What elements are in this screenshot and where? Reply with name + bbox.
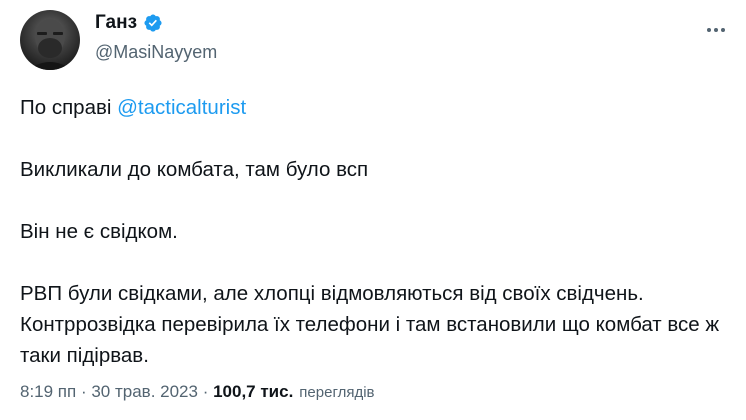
tweet-line-1: По справі @tacticalturist bbox=[20, 92, 246, 123]
avatar[interactable] bbox=[20, 10, 80, 70]
author-handle[interactable]: @MasiNayyem bbox=[95, 42, 217, 63]
views-count: 100,7 тис. bbox=[213, 382, 294, 401]
views-label: переглядів bbox=[299, 384, 375, 401]
meta-separator: · bbox=[197, 382, 214, 401]
tweet-line-4: РВП були свідками, але хлопці відмовляют… bbox=[20, 282, 720, 367]
author-name-row: Ганз bbox=[95, 12, 163, 34]
tweet-line-1-text: По справі bbox=[20, 96, 118, 119]
tweet-line-3: Він не є свідком. bbox=[20, 220, 178, 243]
more-options-icon[interactable] bbox=[704, 18, 728, 42]
mention-link[interactable]: @tacticalturist bbox=[117, 96, 246, 119]
tweet-time[interactable]: 8:19 пп bbox=[20, 382, 76, 402]
tweet-date[interactable]: 30 трав. 2023 bbox=[91, 382, 198, 402]
meta-separator: · bbox=[76, 382, 92, 401]
tweet-metadata: 8:19 пп · 30 трав. 2023 · 100,7 тис. пере… bbox=[20, 382, 375, 402]
author-display-name[interactable]: Ганз bbox=[95, 12, 137, 34]
tweet-line-2: Викликали до комбата, там було всп bbox=[20, 158, 369, 181]
verified-badge-icon bbox=[143, 13, 163, 33]
